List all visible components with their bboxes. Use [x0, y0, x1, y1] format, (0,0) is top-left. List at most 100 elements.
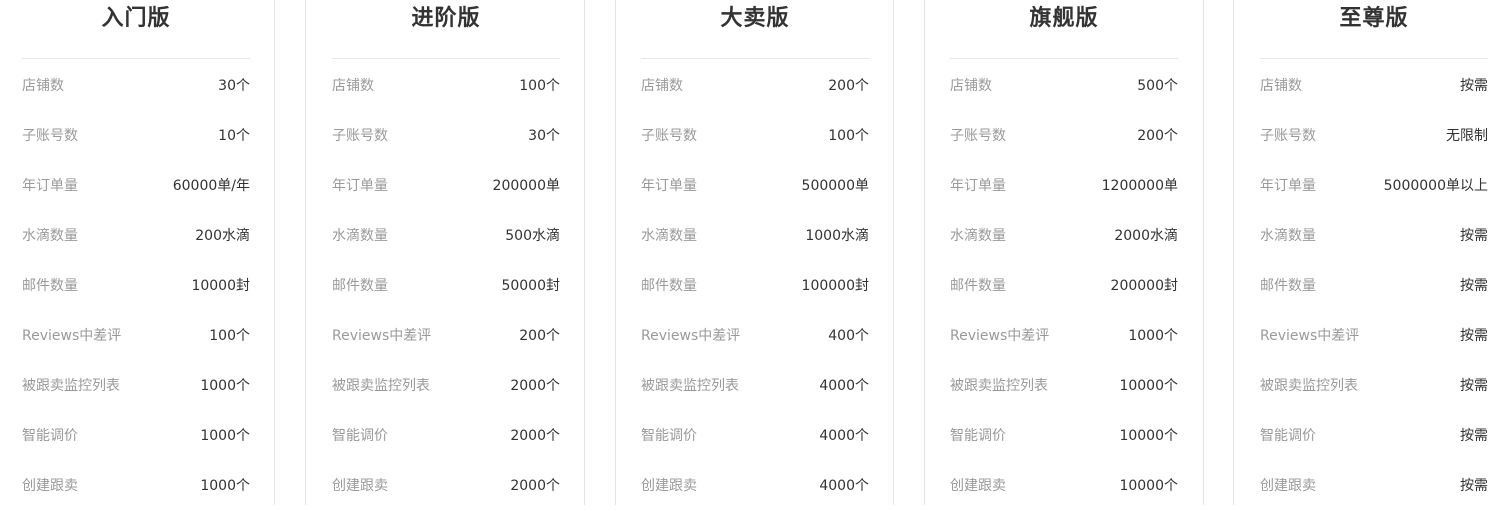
feature-label: 水滴数量 [332, 228, 388, 244]
plan-column-flagship: 旗舰版 店铺数 500个 子账号数 200个 年订单量 1200000单 水滴数量 20… [924, 0, 1204, 505]
plan-feature-list: 店铺数 30个 子账号数 10个 年订单量 60000单/年 水滴数量 200水滴 邮件… [22, 60, 250, 510]
feature-label: 邮件数量 [950, 278, 1006, 294]
feature-value: 60000单/年 [172, 178, 250, 194]
feature-label: 邮件数量 [22, 278, 78, 294]
plan-feature-list: 店铺数 100个 子账号数 30个 年订单量 200000单 水滴数量 500水滴 邮件… [332, 60, 560, 510]
feature-row-smart-repricing: 智能调价 1000个 [22, 410, 250, 460]
feature-label: 店铺数 [22, 78, 64, 94]
plan-feature-list: 店铺数 500个 子账号数 200个 年订单量 1200000单 水滴数量 2000水滴… [950, 60, 1178, 510]
feature-value: 100个 [209, 328, 250, 344]
feature-value: 4000个 [819, 428, 869, 444]
feature-row-emails: 邮件数量 200000封 [950, 260, 1178, 310]
feature-value: 100个 [828, 128, 869, 144]
feature-value: 200000单 [492, 178, 560, 194]
feature-label: Reviews中差评 [641, 328, 741, 344]
feature-row-annual-orders: 年订单量 200000单 [332, 160, 560, 210]
feature-label: Reviews中差评 [22, 328, 122, 344]
feature-row-stores: 店铺数 30个 [22, 60, 250, 110]
feature-label: 水滴数量 [22, 228, 78, 244]
feature-row-sub-accounts: 子账号数 30个 [332, 110, 560, 160]
feature-row-droplets: 水滴数量 按需 [1260, 210, 1488, 260]
feature-row-smart-repricing: 智能调价 10000个 [950, 410, 1178, 460]
feature-row-emails: 邮件数量 100000封 [641, 260, 869, 310]
feature-label: 创建跟卖 [1260, 478, 1316, 494]
feature-row-stores: 店铺数 200个 [641, 60, 869, 110]
feature-value: 200个 [828, 78, 869, 94]
feature-label: 子账号数 [1260, 128, 1316, 144]
feature-value: 按需 [1460, 378, 1488, 394]
feature-row-smart-repricing: 智能调价 按需 [1260, 410, 1488, 460]
feature-value: 按需 [1460, 328, 1488, 344]
feature-row-stores: 店铺数 100个 [332, 60, 560, 110]
feature-value: 4000个 [819, 378, 869, 394]
feature-row-negative-reviews: Reviews中差评 按需 [1260, 310, 1488, 360]
feature-label: 创建跟卖 [950, 478, 1006, 494]
feature-value: 1000个 [200, 378, 250, 394]
feature-row-create-listing: 创建跟卖 按需 [1260, 460, 1488, 510]
plan-column-advanced: 进阶版 店铺数 100个 子账号数 30个 年订单量 200000单 水滴数量 500水… [305, 0, 585, 505]
feature-row-hijack-monitor: 被跟卖监控列表 2000个 [332, 360, 560, 410]
feature-label: 水滴数量 [641, 228, 697, 244]
feature-label: 智能调价 [22, 428, 78, 444]
plan-column-starter: 入门版 店铺数 30个 子账号数 10个 年订单量 60000单/年 水滴数量 200水… [0, 0, 275, 505]
pricing-plans: 入门版 店铺数 30个 子账号数 10个 年订单量 60000单/年 水滴数量 200水… [0, 0, 1510, 505]
feature-label: 店铺数 [950, 78, 992, 94]
feature-label: 年订单量 [1260, 178, 1316, 194]
feature-row-emails: 邮件数量 按需 [1260, 260, 1488, 310]
plan-divider [22, 58, 250, 59]
feature-value: 2000个 [510, 378, 560, 394]
feature-value: 1200000单 [1101, 178, 1178, 194]
plan-title: 至尊版 [1339, 6, 1409, 31]
feature-row-droplets: 水滴数量 2000水滴 [950, 210, 1178, 260]
feature-row-negative-reviews: Reviews中差评 1000个 [950, 310, 1178, 360]
feature-row-emails: 邮件数量 50000封 [332, 260, 560, 310]
feature-label: 被跟卖监控列表 [22, 378, 120, 394]
feature-row-droplets: 水滴数量 200水滴 [22, 210, 250, 260]
feature-label: 子账号数 [22, 128, 78, 144]
feature-label: 店铺数 [1260, 78, 1302, 94]
plan-title: 进阶版 [411, 6, 481, 31]
plan-divider [950, 58, 1178, 59]
feature-row-hijack-monitor: 被跟卖监控列表 1000个 [22, 360, 250, 410]
feature-value: 200000封 [1110, 278, 1178, 294]
feature-label: 创建跟卖 [332, 478, 388, 494]
feature-label: 智能调价 [641, 428, 697, 444]
feature-label: 邮件数量 [1260, 278, 1316, 294]
feature-value: 10000个 [1119, 478, 1178, 494]
feature-label: 子账号数 [332, 128, 388, 144]
feature-row-create-listing: 创建跟卖 1000个 [22, 460, 250, 510]
feature-value: 无限制 [1446, 128, 1488, 144]
feature-row-stores: 店铺数 500个 [950, 60, 1178, 110]
feature-label: Reviews中差评 [332, 328, 432, 344]
feature-value: 1000水滴 [805, 228, 869, 244]
feature-row-negative-reviews: Reviews中差评 400个 [641, 310, 869, 360]
feature-row-create-listing: 创建跟卖 4000个 [641, 460, 869, 510]
feature-value: 10个 [218, 128, 250, 144]
feature-label: 水滴数量 [1260, 228, 1316, 244]
feature-value: 100个 [519, 78, 560, 94]
plan-divider [332, 58, 560, 59]
feature-row-sub-accounts: 子账号数 100个 [641, 110, 869, 160]
feature-label: 年订单量 [950, 178, 1006, 194]
feature-row-sub-accounts: 子账号数 10个 [22, 110, 250, 160]
feature-row-annual-orders: 年订单量 1200000单 [950, 160, 1178, 210]
feature-row-droplets: 水滴数量 1000水滴 [641, 210, 869, 260]
feature-label: Reviews中差评 [950, 328, 1050, 344]
feature-value: 200水滴 [195, 228, 250, 244]
feature-value: 按需 [1460, 478, 1488, 494]
feature-value: 10000封 [191, 278, 250, 294]
feature-row-hijack-monitor: 被跟卖监控列表 10000个 [950, 360, 1178, 410]
feature-label: 智能调价 [950, 428, 1006, 444]
feature-label: Reviews中差评 [1260, 328, 1360, 344]
plan-feature-list: 店铺数 按需 子账号数 无限制 年订单量 5000000单以上 水滴数量 按需 邮件数量… [1260, 60, 1488, 510]
plan-title: 入门版 [101, 6, 171, 31]
feature-row-annual-orders: 年订单量 60000单/年 [22, 160, 250, 210]
feature-label: 创建跟卖 [641, 478, 697, 494]
feature-value: 50000封 [501, 278, 560, 294]
feature-row-annual-orders: 年订单量 500000单 [641, 160, 869, 210]
feature-row-annual-orders: 年订单量 5000000单以上 [1260, 160, 1488, 210]
feature-row-create-listing: 创建跟卖 10000个 [950, 460, 1178, 510]
feature-value: 10000个 [1119, 378, 1178, 394]
plan-column-supreme: 至尊版 店铺数 按需 子账号数 无限制 年订单量 5000000单以上 水滴数量 按需 … [1233, 0, 1510, 505]
feature-label: 子账号数 [641, 128, 697, 144]
